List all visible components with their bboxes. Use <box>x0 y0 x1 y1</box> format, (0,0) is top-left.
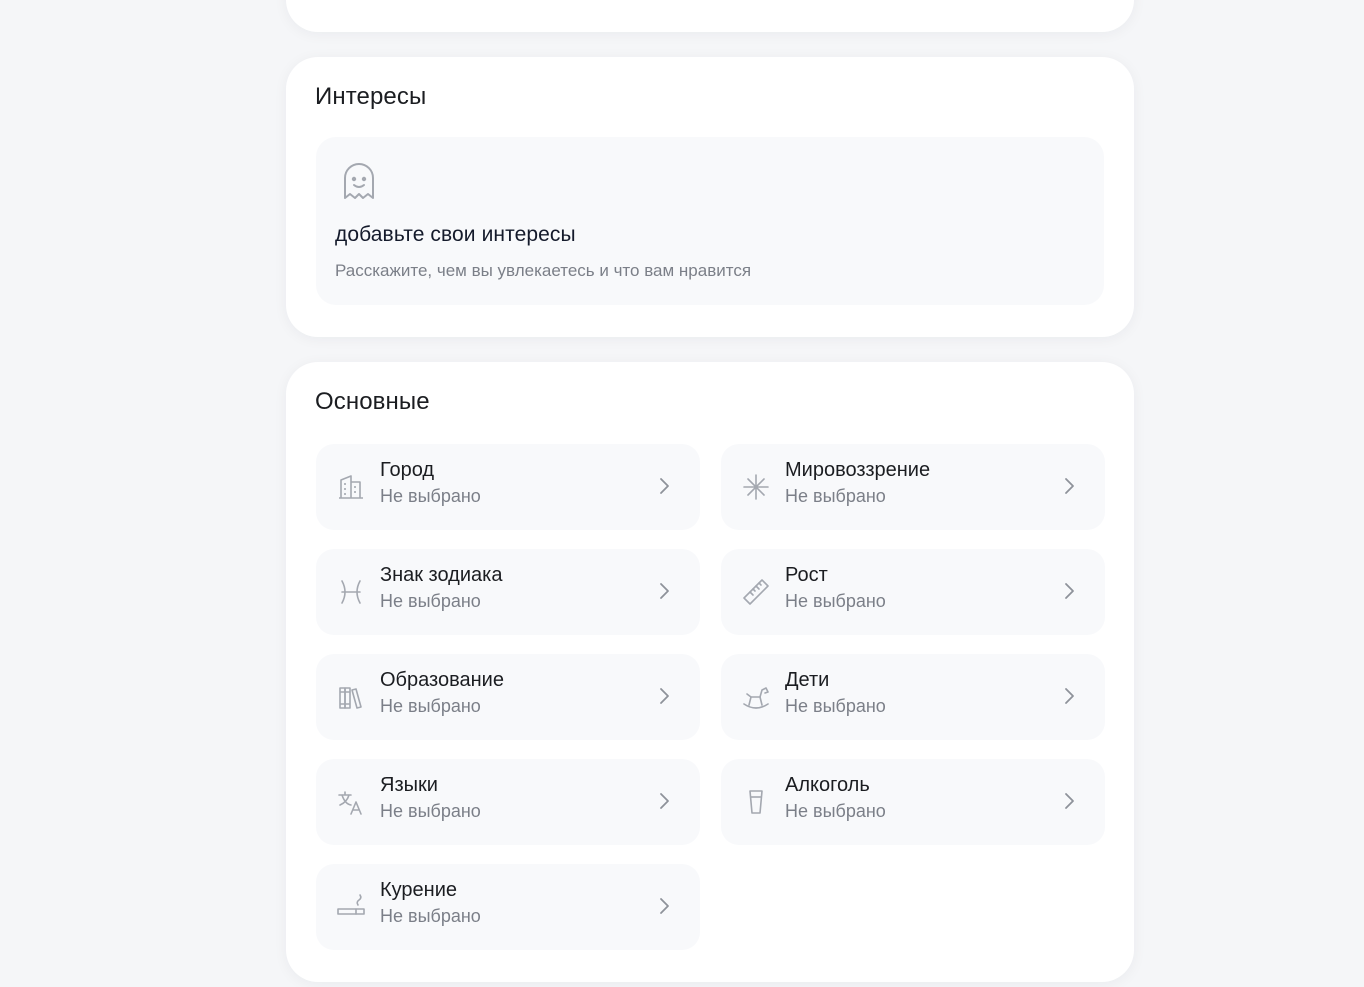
city-value: Не выбрано <box>380 486 481 506</box>
chevron-right-icon <box>1057 474 1081 498</box>
chevron-right-icon <box>652 474 676 498</box>
previous-section-card <box>286 0 1134 32</box>
children-value: Не выбрано <box>785 696 886 716</box>
city-field[interactable]: Город Не выбрано <box>316 444 700 530</box>
languages-value: Не выбрано <box>380 801 481 821</box>
chevron-right-icon <box>1057 684 1081 708</box>
chevron-right-icon <box>652 684 676 708</box>
interests-empty-subtitle: Расскажите, чем вы увлекаетесь и что вам… <box>335 261 752 280</box>
profile-page: Интересы добавьте свои интересы Расскажи… <box>0 0 1364 987</box>
interests-title: Интересы <box>315 83 427 110</box>
height-value: Не выбрано <box>785 591 886 611</box>
pisces-icon <box>336 577 366 607</box>
education-label: Образование <box>380 669 504 691</box>
languages-field[interactable]: Языки Не выбрано <box>316 759 700 845</box>
basic-info-title: Основные <box>315 388 430 415</box>
children-field[interactable]: Дети Не выбрано <box>721 654 1105 740</box>
rocking-horse-icon <box>741 682 771 712</box>
interests-card: Интересы добавьте свои интересы Расскажи… <box>286 57 1134 337</box>
smoking-field[interactable]: Курение Не выбрано <box>316 864 700 950</box>
city-label: Город <box>380 459 435 481</box>
chevron-right-icon <box>652 894 676 918</box>
interests-empty-state[interactable]: добавьте свои интересы Расскажите, чем в… <box>316 137 1104 305</box>
zodiac-label: Знак зодиака <box>380 564 503 586</box>
chevron-right-icon <box>652 789 676 813</box>
height-label: Рост <box>785 564 828 586</box>
sparkle-icon <box>741 472 771 502</box>
glass-icon <box>741 787 771 817</box>
worldview-field[interactable]: Мировоззрение Не выбрано <box>721 444 1105 530</box>
smoking-value: Не выбрано <box>380 906 481 926</box>
ghost-icon <box>342 163 376 201</box>
smoking-label: Курение <box>380 879 458 901</box>
translate-icon <box>336 787 366 817</box>
books-icon <box>336 682 366 712</box>
children-label: Дети <box>785 669 830 691</box>
alcohol-value: Не выбрано <box>785 801 886 821</box>
basic-info-card: Основные Город Не выбрано Мировоззрение <box>286 362 1134 982</box>
interests-empty-title: добавьте свои интересы <box>335 223 576 246</box>
languages-label: Языки <box>380 774 438 796</box>
worldview-label: Мировоззрение <box>785 459 931 481</box>
building-icon <box>336 472 366 502</box>
chevron-right-icon <box>1057 579 1081 603</box>
cigarette-icon <box>336 892 366 922</box>
height-field[interactable]: Рост Не выбрано <box>721 549 1105 635</box>
ruler-icon <box>741 577 771 607</box>
zodiac-field[interactable]: Знак зодиака Не выбрано <box>316 549 700 635</box>
education-value: Не выбрано <box>380 696 481 716</box>
chevron-right-icon <box>652 579 676 603</box>
worldview-value: Не выбрано <box>785 486 886 506</box>
education-field[interactable]: Образование Не выбрано <box>316 654 700 740</box>
zodiac-value: Не выбрано <box>380 591 481 611</box>
alcohol-field[interactable]: Алкоголь Не выбрано <box>721 759 1105 845</box>
chevron-right-icon <box>1057 789 1081 813</box>
alcohol-label: Алкоголь <box>785 774 870 796</box>
